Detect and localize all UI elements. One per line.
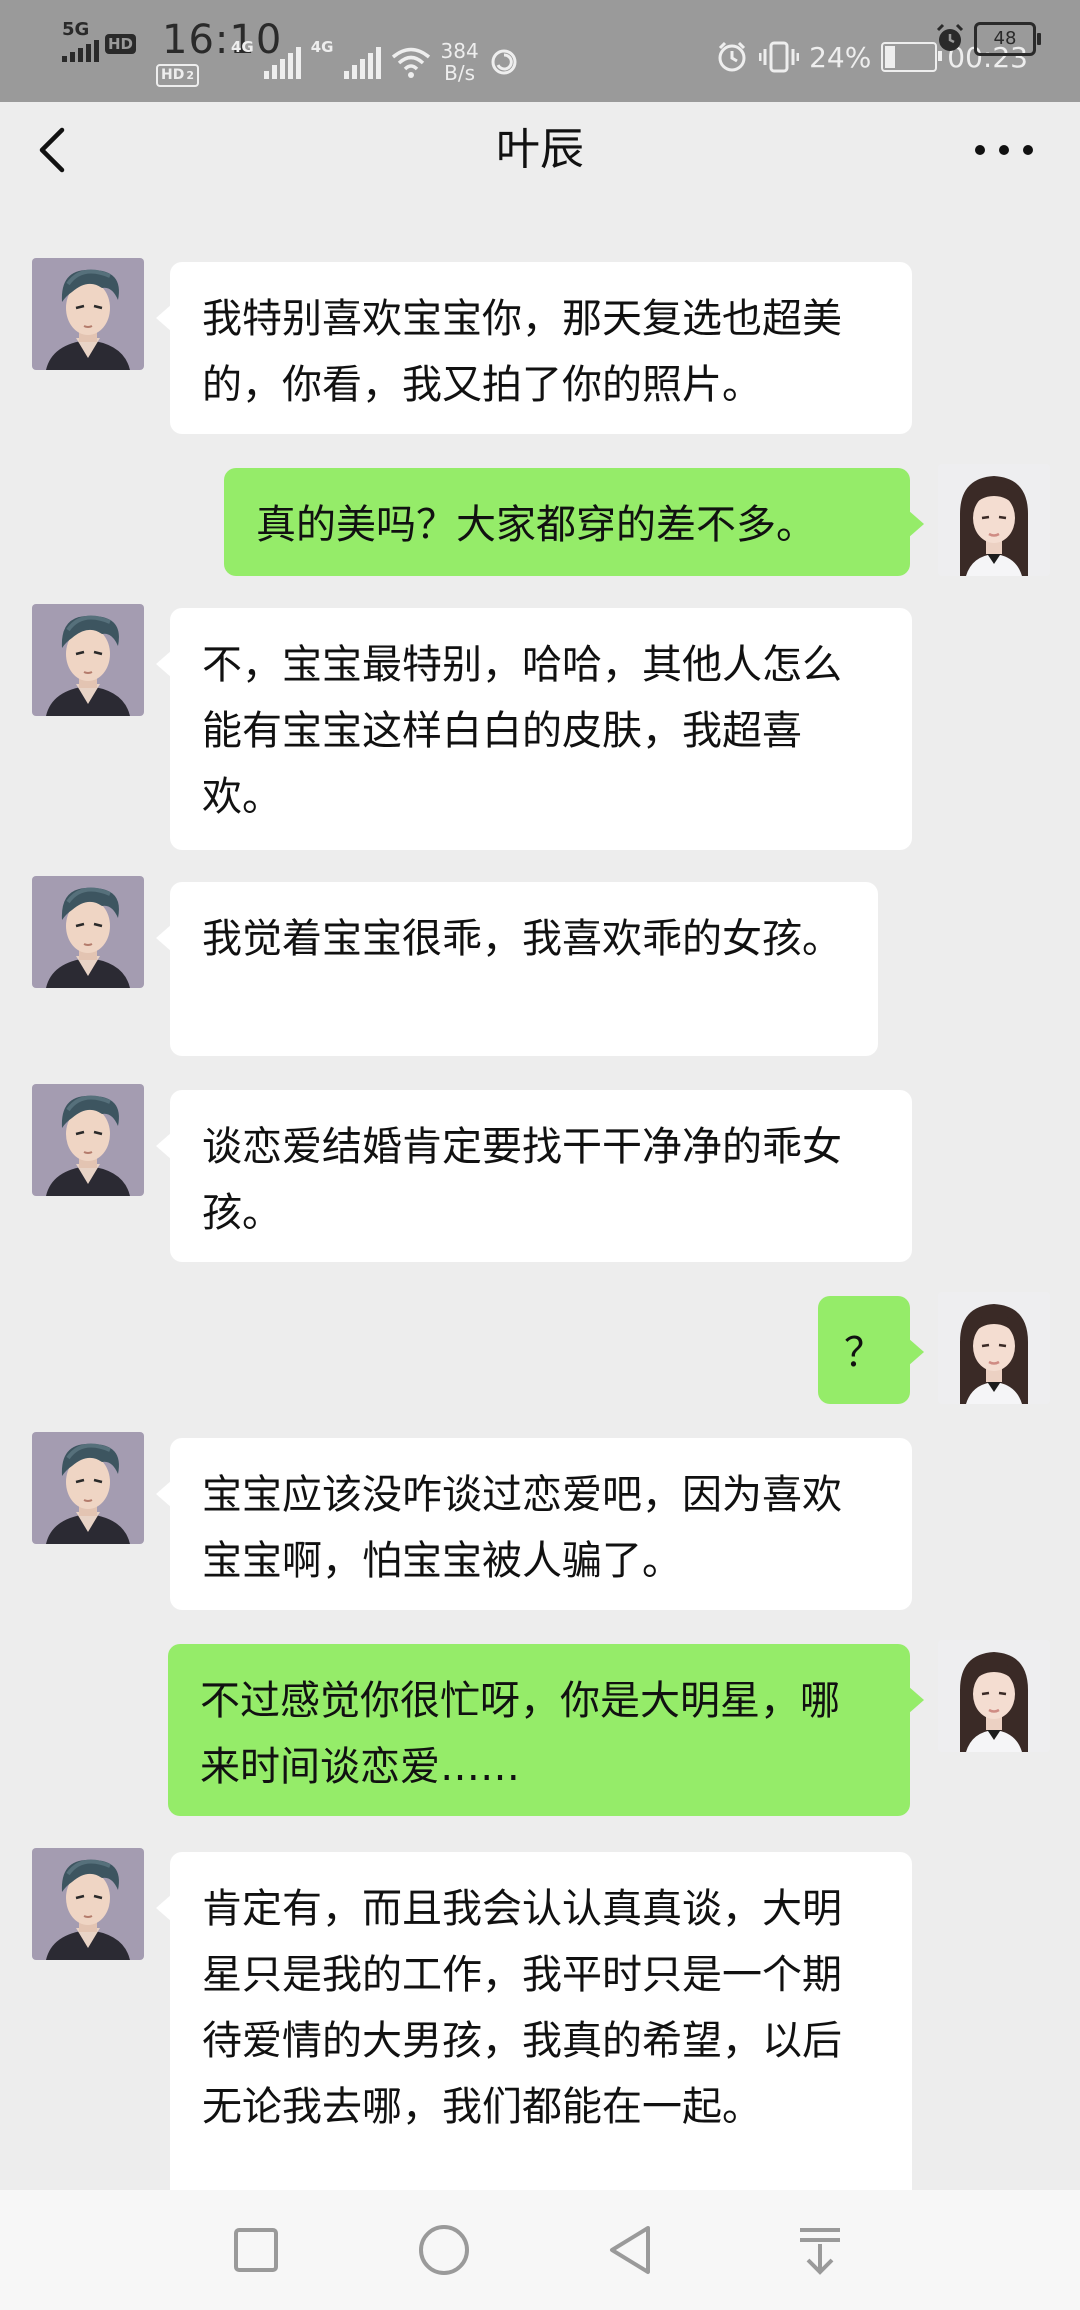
contact-avatar[interactable] — [32, 1432, 144, 1544]
network-type-label: 5G — [62, 19, 90, 40]
square-recent-apps-icon[interactable] — [226, 2220, 286, 2280]
self-avatar[interactable] — [938, 1640, 1050, 1752]
network-speed: 384 B/s — [441, 40, 479, 84]
message-bubble-received[interactable]: 不，宝宝最特别，哈哈，其他人怎么能有宝宝这样白白的皮肤，我超喜欢。 — [156, 608, 912, 850]
network-speed-unit: B/s — [444, 60, 476, 85]
chat-title: 叶辰 — [496, 124, 584, 175]
status-left: 5G HD — [62, 20, 137, 80]
message-bubble-sent[interactable]: ？ — [818, 1296, 924, 1404]
ghost-signal-icon-2 — [343, 45, 381, 79]
alarm-icon — [718, 41, 746, 72]
circle-home-icon[interactable] — [414, 2220, 474, 2280]
message-bubble-sent[interactable]: 不过感觉你很忙呀，你是大明星，哪来时间谈恋爱…… — [168, 1644, 924, 1816]
vibrate-icon — [759, 41, 800, 73]
status-right-dark: 48 — [934, 22, 1041, 56]
more-dots-icon[interactable] — [968, 130, 1040, 170]
battery-level: 48 — [993, 28, 1017, 49]
contact-avatar[interactable] — [32, 604, 144, 716]
ghost-hd-label: HD — [161, 67, 185, 83]
status-bar: 5G HD 16:10 HD 2 4G 4G 384 B/s 24% 00:23… — [0, 0, 1080, 102]
swirl-icon — [491, 49, 517, 74]
cell-signal: 5G — [62, 20, 99, 62]
status-ghost-cluster: HD 2 4G 4G 384 B/s — [156, 36, 519, 87]
ghost-network-label-1: 4G — [231, 38, 254, 56]
message-bubble-received[interactable]: 宝宝应该没咋谈过恋爱吧，因为喜欢宝宝啊，怕宝宝被人骗了。 — [156, 1438, 912, 1610]
ghost-signal-icon-1 — [263, 45, 301, 79]
message-bubble-received[interactable]: 我特别喜欢宝宝你，那天复选也超美的，你看，我又拍了你的照片。 — [156, 262, 912, 434]
self-avatar[interactable] — [938, 1292, 1050, 1404]
wifi-icon — [391, 47, 430, 78]
self-avatar[interactable] — [938, 464, 1050, 576]
message-bubble-received[interactable]: 我觉着宝宝很乖，我喜欢乖的女孩。 — [156, 882, 878, 1056]
network-speed-value: 384 — [440, 38, 479, 63]
pull-down-icon[interactable] — [790, 2220, 850, 2280]
ghost-hd-badge: HD 2 — [156, 64, 199, 87]
title-bar: 叶辰 — [0, 102, 1080, 198]
contact-avatar[interactable] — [32, 258, 144, 370]
contact-avatar[interactable] — [32, 1848, 144, 1960]
contact-avatar[interactable] — [32, 1084, 144, 1196]
contact-avatar[interactable] — [32, 876, 144, 988]
ghost-hd-group: HD 2 — [156, 64, 199, 87]
message-bubble-sent[interactable]: 真的美吗？大家都穿的差不多。 — [224, 468, 924, 576]
ghost-network-label-2: 4G — [310, 38, 334, 56]
message-bubble-received[interactable]: 谈恋爱结婚肯定要找干干净净的乖女孩。 — [156, 1090, 912, 1262]
triangle-back-icon[interactable] — [602, 2220, 662, 2280]
system-nav-bar — [0, 2190, 1080, 2310]
hd-badge: HD — [105, 34, 137, 54]
battery-icon: 48 — [974, 22, 1041, 56]
message-bubble-received[interactable]: 肯定有，而且我会认认真真谈，大明星只是我的工作，我平时只是一个期待爱情的大男孩，… — [156, 1852, 912, 2242]
signal-bars-icon — [62, 40, 99, 62]
alarm-dark-icon — [936, 23, 964, 51]
battery-percent: 24% — [809, 40, 872, 74]
ghost-hd-sub: 2 — [186, 69, 194, 82]
battery-ghost-icon — [881, 42, 943, 72]
